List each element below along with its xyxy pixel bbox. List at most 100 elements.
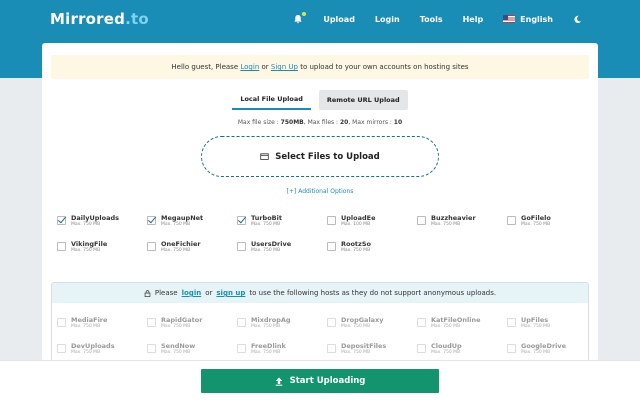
host-checkbox[interactable] [57, 242, 66, 251]
language-selector[interactable]: English [503, 15, 553, 24]
nav-help[interactable]: Help [463, 15, 484, 24]
login-banner-text: Please [154, 289, 178, 297]
select-files-dropzone[interactable]: Select Files to Upload [201, 136, 439, 177]
locked-host-checkbox [507, 344, 516, 353]
lock-icon [144, 289, 151, 297]
locked-host-item: MediaFire Max. 750 MB [57, 316, 147, 334]
host-item[interactable]: GoFilelo Max. 750 MB [507, 214, 597, 232]
login-banner-suffix: to use the following hosts as they do no… [249, 289, 497, 297]
locked-host-checkbox [237, 344, 246, 353]
locked-host-item: KatFileOnline Max. 750 MB [417, 316, 507, 334]
host-checkbox[interactable] [327, 216, 336, 225]
host-item[interactable]: Buzzheavier Max. 750 MB [417, 214, 507, 232]
locked-host-size: Max. 750 MB [161, 350, 191, 355]
locked-host-checkbox [57, 318, 66, 327]
host-checkbox[interactable] [327, 242, 336, 251]
host-name: RootzSo [341, 240, 371, 248]
locked-host-list: MediaFire Max. 750 MB RapidGator Max. 750 M… [57, 316, 597, 360]
host-list: DailyUploads Max. 750 MB MegaupNet Max. 750… [57, 214, 587, 258]
host-checkbox[interactable] [237, 216, 246, 225]
locked-host-checkbox [417, 344, 426, 353]
start-uploading-label: Start Uploading [289, 376, 366, 386]
locked-host-name: GoogleDrive [521, 342, 567, 350]
locked-host-size: Max. 750 MB [341, 350, 371, 355]
locked-host-size: Max. 750 MB [161, 324, 191, 329]
locked-host-name: CloudUp [431, 342, 462, 350]
locked-host-item: DropGalaxy Max. 750 MB [327, 316, 417, 334]
locked-host-checkbox [147, 344, 156, 353]
locked-host-item: SendNow Max. 750 MB [147, 342, 237, 360]
notification-bell-icon[interactable] [293, 12, 307, 24]
host-item[interactable]: MegaupNet Max. 750 MB [147, 214, 237, 232]
upload-limits: Max file size : 750MB, Max files : 20, M… [42, 119, 598, 126]
locked-host-item: GoogleDrive Max. 750 MB [507, 342, 597, 360]
nav-tools[interactable]: Tools [420, 15, 443, 24]
limit-size-label: Max file size : [237, 119, 281, 126]
host-name: Buzzheavier [431, 214, 476, 222]
locked-host-name: FreeDlink [251, 342, 286, 350]
host-checkbox[interactable] [147, 242, 156, 251]
host-size: Max. 750 MB [71, 222, 101, 227]
us-flag-icon [503, 15, 516, 23]
select-files-label: Select Files to Upload [275, 151, 380, 162]
locked-host-name: DevUploads [71, 342, 115, 350]
locked-host-name: KatFileOnline [431, 316, 481, 324]
notice-signup-link[interactable]: Sign Up [271, 63, 298, 71]
nav-login[interactable]: Login [375, 15, 400, 24]
host-item[interactable]: UsersDrive Max. 750 MB [237, 240, 327, 258]
host-size: Max. 750 MB [521, 222, 551, 227]
locked-host-item: DevUploads Max. 750 MB [57, 342, 147, 360]
moon-icon [574, 15, 582, 23]
host-size: Max. 750 MB [161, 222, 191, 227]
host-size: Max. 750 MB [341, 248, 371, 253]
folder-icon [260, 153, 269, 160]
tab-remote-url-upload[interactable]: Remote URL Upload [318, 90, 408, 110]
login-banner-signup-link[interactable]: sign up [216, 289, 245, 297]
dark-mode-toggle[interactable] [573, 15, 582, 24]
locked-host-name: RapidGator [161, 316, 203, 324]
host-item[interactable]: RootzSo Max. 750 MB [327, 240, 417, 258]
site-logo[interactable]: Mirrored.to [50, 10, 149, 28]
locked-host-name: MixdropAg [251, 316, 291, 324]
locked-host-checkbox [417, 318, 426, 327]
host-item[interactable]: UploadEe Max. 100 MB [327, 214, 417, 232]
host-size: Max. 100 MB [341, 222, 371, 227]
locked-host-item: DepositFiles Max. 750 MB [327, 342, 417, 360]
host-item[interactable]: TurboBit Max. 750 MB [237, 214, 327, 232]
locked-host-item: UpFiles Max. 750 MB [507, 316, 597, 334]
host-name: TurboBit [251, 214, 282, 222]
notification-dot [302, 12, 307, 16]
nav-upload[interactable]: Upload [323, 15, 355, 24]
locked-host-size: Max. 750 MB [251, 350, 281, 355]
host-checkbox[interactable] [147, 216, 156, 225]
start-uploading-button[interactable]: Start Uploading [201, 369, 439, 393]
upload-tabs: Local File Upload Remote URL Upload [42, 90, 598, 110]
host-checkbox[interactable] [57, 216, 66, 225]
host-checkbox[interactable] [507, 216, 516, 225]
login-banner-login-link[interactable]: login [182, 289, 202, 297]
locked-host-checkbox [147, 318, 156, 327]
host-checkbox[interactable] [237, 242, 246, 251]
locked-host-item: MixdropAg Max. 750 MB [237, 316, 327, 334]
upload-card: Hello guest, Please Login or Sign Up to … [42, 43, 598, 361]
limit-mirrors-value: 10 [393, 119, 403, 126]
host-checkbox[interactable] [417, 216, 426, 225]
language-label: English [520, 14, 553, 24]
locked-host-checkbox [237, 318, 246, 327]
locked-host-size: Max. 750 MB [71, 350, 101, 355]
locked-host-size: Max. 750 MB [521, 324, 551, 329]
host-item[interactable]: OneFichier Max. 750 MB [147, 240, 237, 258]
host-size: Max. 750 MB [251, 222, 281, 227]
host-size: Max. 750 MB [251, 248, 281, 253]
limit-size-value: 750MB [280, 119, 304, 126]
locked-host-name: MediaFire [71, 316, 108, 324]
host-item[interactable]: VikingFile Max. 750 MB [57, 240, 147, 258]
locked-host-checkbox [327, 344, 336, 353]
login-required-banner: Please login or sign up to use the follo… [52, 283, 588, 303]
host-item[interactable]: DailyUploads Max. 750 MB [57, 214, 147, 232]
additional-options-link[interactable]: [+] Additional Options [42, 188, 598, 195]
locked-host-size: Max. 750 MB [431, 350, 461, 355]
locked-host-name: DropGalaxy [341, 316, 384, 324]
tab-local-file-upload[interactable]: Local File Upload [232, 90, 311, 110]
notice-login-link[interactable]: Login [240, 63, 259, 71]
